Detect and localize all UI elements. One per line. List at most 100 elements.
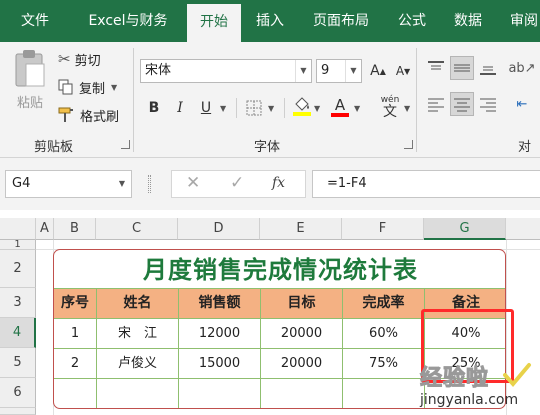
copy-button[interactable]: 复制 ▼ bbox=[58, 76, 117, 98]
divider bbox=[284, 98, 285, 118]
underline-button[interactable]: U bbox=[194, 96, 218, 120]
group-divider bbox=[133, 48, 134, 152]
row-header-7[interactable] bbox=[0, 408, 36, 415]
chevron-down-icon[interactable]: ▼ bbox=[345, 60, 361, 82]
chevron-down-icon[interactable]: ▼ bbox=[295, 60, 311, 82]
chevron-down-icon[interactable]: ▼ bbox=[404, 104, 410, 113]
format-painter-button[interactable]: 格式刷 bbox=[58, 104, 119, 126]
table-cell[interactable]: 75% bbox=[343, 348, 425, 378]
group-divider bbox=[416, 48, 417, 152]
tab-formulas[interactable]: 公式 bbox=[390, 0, 434, 42]
column-header-a[interactable]: A bbox=[36, 218, 54, 240]
tab-excel-finance[interactable]: Excel与财务 bbox=[78, 0, 178, 42]
align-middle-button[interactable] bbox=[450, 56, 474, 80]
table-cell-empty[interactable] bbox=[54, 378, 97, 408]
tab-home[interactable]: 开始 bbox=[187, 4, 241, 42]
paste-button[interactable]: 粘贴 bbox=[8, 48, 52, 112]
align-bottom-button[interactable] bbox=[476, 56, 500, 80]
table-cell[interactable]: 60% bbox=[343, 318, 425, 348]
header-cell-index[interactable]: 序号 bbox=[54, 288, 97, 318]
font-name-value: 宋体 bbox=[145, 63, 172, 78]
header-cell-target[interactable]: 目标 bbox=[261, 288, 343, 318]
font-color-icon: A bbox=[334, 96, 346, 114]
italic-button[interactable]: I bbox=[168, 96, 192, 120]
table-cell[interactable]: 1 bbox=[54, 318, 97, 348]
table-cell[interactable]: 15000 bbox=[179, 348, 261, 378]
select-all-corner[interactable] bbox=[0, 218, 36, 240]
column-header-d[interactable]: D bbox=[178, 218, 260, 240]
table-cell[interactable]: 20000 bbox=[261, 348, 343, 378]
chevron-down-icon[interactable]: ▼ bbox=[314, 104, 320, 113]
format-painter-label: 格式刷 bbox=[80, 109, 120, 125]
font-color-swatch bbox=[331, 113, 349, 117]
clipboard-group-label: 剪贴板 bbox=[34, 140, 74, 155]
insert-function-icon[interactable]: fx bbox=[272, 175, 285, 191]
font-color-button[interactable]: A bbox=[328, 94, 352, 120]
table-cell-empty[interactable] bbox=[343, 378, 425, 408]
chevron-down-icon[interactable]: ▼ bbox=[268, 104, 274, 113]
font-launcher-icon[interactable] bbox=[404, 140, 413, 149]
tab-file[interactable]: 文件 bbox=[10, 0, 60, 42]
column-header-c[interactable]: C bbox=[96, 218, 178, 240]
column-header-f[interactable]: F bbox=[342, 218, 424, 240]
header-cell-completion[interactable]: 完成率 bbox=[343, 288, 425, 318]
column-header-h[interactable] bbox=[506, 218, 540, 240]
decrease-indent-button[interactable]: ⇤ bbox=[510, 92, 534, 116]
chevron-down-icon[interactable]: ▼ bbox=[354, 104, 360, 113]
column-header-e[interactable]: E bbox=[260, 218, 342, 240]
fill-color-button[interactable] bbox=[290, 94, 314, 118]
tab-review[interactable]: 审阅 bbox=[502, 0, 540, 42]
formula-input[interactable]: =1-F4 bbox=[312, 170, 540, 198]
divider bbox=[236, 98, 237, 118]
table-cell-empty[interactable] bbox=[97, 378, 179, 408]
align-right-button[interactable] bbox=[476, 92, 500, 116]
cancel-icon[interactable]: ✕ bbox=[186, 173, 200, 193]
orientation-button[interactable]: ab↗ bbox=[508, 56, 535, 80]
bold-button[interactable]: B bbox=[142, 96, 166, 120]
align-left-button[interactable] bbox=[424, 92, 448, 116]
grow-font-button[interactable]: A ▲ bbox=[366, 59, 390, 83]
table-title[interactable]: 月度销售完成情况统计表 bbox=[54, 250, 505, 288]
table-cell[interactable]: 卢俊义 bbox=[97, 348, 179, 378]
phonetic-guide-button[interactable]: wén 文 bbox=[376, 92, 404, 122]
chevron-down-icon[interactable]: ▼ bbox=[111, 83, 117, 92]
row-header-3[interactable]: 3 bbox=[0, 288, 36, 318]
table-cell-empty[interactable] bbox=[179, 378, 261, 408]
align-top-button[interactable] bbox=[424, 56, 448, 80]
splitter-handle[interactable] bbox=[148, 175, 151, 193]
table-cell[interactable]: 宋 江 bbox=[97, 318, 179, 348]
font-name-select[interactable]: 宋体 ▼ bbox=[140, 59, 312, 83]
clipboard-launcher-icon[interactable] bbox=[121, 140, 130, 149]
header-cell-name[interactable]: 姓名 bbox=[97, 288, 179, 318]
row-header-6[interactable]: 6 bbox=[0, 378, 36, 408]
cut-button[interactable]: ✂ 剪切 bbox=[58, 48, 101, 70]
borders-button[interactable] bbox=[242, 96, 266, 120]
table-cell[interactable]: 20000 bbox=[261, 318, 343, 348]
chevron-down-icon[interactable]: ▼ bbox=[119, 171, 125, 197]
align-center-button[interactable] bbox=[450, 92, 474, 116]
chevron-down-icon[interactable]: ▼ bbox=[220, 104, 226, 113]
table-cell-empty[interactable] bbox=[261, 378, 343, 408]
enter-check-icon[interactable]: ✓ bbox=[230, 173, 244, 193]
column-header-g[interactable]: G bbox=[424, 218, 506, 240]
font-size-select[interactable]: 9 ▼ bbox=[316, 59, 362, 83]
row-header-4[interactable]: 4 bbox=[0, 318, 36, 348]
tab-insert[interactable]: 插入 bbox=[248, 0, 292, 42]
shrink-font-icon: A bbox=[395, 64, 405, 78]
watermark-text: 经验啦 bbox=[419, 366, 490, 392]
copy-label: 复制 bbox=[79, 81, 106, 97]
shrink-font-button[interactable]: A ▼ bbox=[391, 59, 415, 83]
table-cell[interactable]: 12000 bbox=[179, 318, 261, 348]
formula-buttons: ✕ ✓ fx bbox=[171, 170, 306, 198]
row-header-1[interactable]: 1 bbox=[0, 239, 36, 250]
row-header-5[interactable]: 5 bbox=[0, 348, 36, 378]
align-right-icon bbox=[480, 98, 496, 112]
align-left-icon bbox=[428, 98, 444, 112]
row-header-2[interactable]: 2 bbox=[0, 250, 36, 288]
table-cell[interactable]: 2 bbox=[54, 348, 97, 378]
header-cell-sales[interactable]: 销售额 bbox=[179, 288, 261, 318]
name-box[interactable]: G4 ▼ bbox=[5, 170, 132, 198]
tab-page-layout[interactable]: 页面布局 bbox=[304, 0, 378, 42]
column-header-b[interactable]: B bbox=[54, 218, 96, 240]
tab-data[interactable]: 数据 bbox=[446, 0, 490, 42]
